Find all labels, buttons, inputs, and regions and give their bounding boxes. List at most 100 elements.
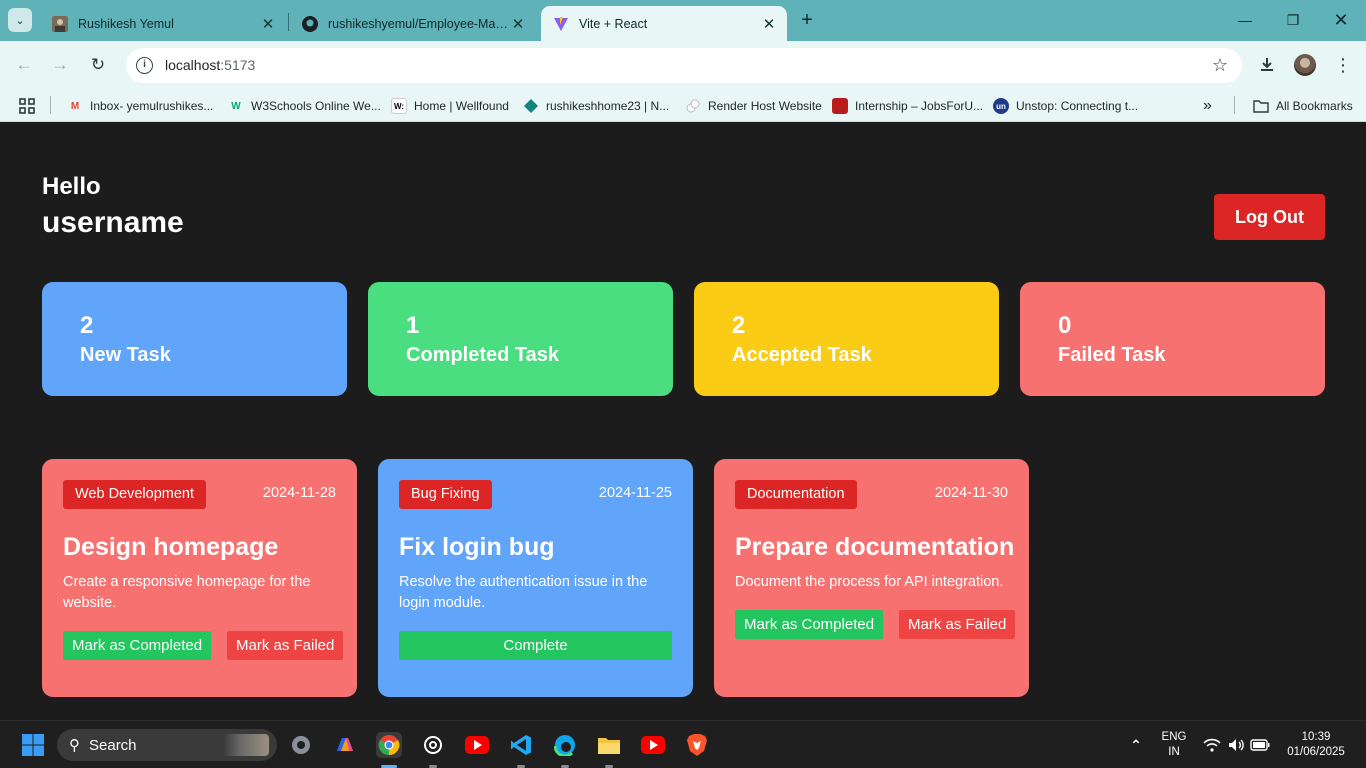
tab-vite-react[interactable]: Vite + React ✕: [541, 6, 787, 41]
new-tab-plus-icon[interactable]: +: [796, 9, 818, 31]
bookmark-label: Internship – JobsForU...: [855, 99, 984, 113]
bookmark-label: Unstop: Connecting t...: [1016, 99, 1139, 113]
clock[interactable]: 10:39 01/06/2025: [1282, 730, 1350, 760]
stat-label: Failed Task: [1058, 344, 1166, 366]
mark-failed-button[interactable]: Mark as Failed: [899, 610, 1016, 639]
minimize-icon[interactable]: —: [1222, 6, 1268, 34]
bookmark-label: Render Host Website: [708, 99, 822, 113]
system-tray-chevron-icon[interactable]: ⌃: [1123, 732, 1149, 758]
stat-card-new-task: 2 New Task: [42, 282, 347, 396]
more-bookmarks-chevron-icon[interactable]: »: [1203, 96, 1212, 116]
windows-start-icon[interactable]: [20, 732, 46, 758]
vscode-icon[interactable]: [508, 732, 534, 758]
youtube-icon[interactable]: [464, 732, 490, 758]
tab-github-repo[interactable]: rushikeshyemul/Employee-Management ✕: [290, 6, 536, 41]
youtube-app-icon[interactable]: [640, 732, 666, 758]
bookmark-label: rushikeshhome23 | N...: [546, 99, 670, 113]
all-bookmarks[interactable]: All Bookmarks: [1253, 96, 1353, 116]
menu-kebab-icon[interactable]: ⋮: [1332, 54, 1354, 76]
search-highlight-image: [223, 734, 269, 756]
download-icon[interactable]: [1256, 54, 1278, 76]
logout-button[interactable]: Log Out: [1214, 194, 1325, 240]
stat-label: New Task: [80, 344, 171, 366]
settings-gear-icon[interactable]: [288, 732, 314, 758]
tab-search-chevron-icon[interactable]: ⌄: [8, 8, 32, 32]
bookmark-netlify[interactable]: rushikeshhome23 | N...: [523, 96, 669, 116]
username-text: username: [42, 206, 184, 239]
bookmark-star-icon[interactable]: ☆: [1212, 55, 1228, 76]
task-card-prepare-documentation: Documentation 2024-11-30 Prepare documen…: [714, 459, 1029, 697]
greeting-text: Hello: [42, 173, 101, 200]
wifi-icon[interactable]: [1199, 732, 1225, 758]
chatgpt-icon[interactable]: [420, 732, 446, 758]
bookmark-unstop[interactable]: un Unstop: Connecting t...: [993, 96, 1138, 116]
profile-avatar-icon[interactable]: [1294, 54, 1316, 76]
bookmark-label: W3Schools Online We...: [251, 99, 381, 113]
bookmark-render[interactable]: Render Host Website: [685, 96, 822, 116]
tab-close-icon[interactable]: ✕: [510, 15, 526, 33]
task-category-badge: Bug Fixing: [399, 480, 492, 509]
file-explorer-icon[interactable]: [596, 732, 622, 758]
clock-date: 01/06/2025: [1287, 746, 1345, 758]
bookmark-jobsforu[interactable]: Internship – JobsForU...: [832, 96, 983, 116]
url-text[interactable]: localhost:5173: [165, 57, 255, 73]
task-date: 2024-11-28: [262, 485, 336, 501]
windows-taskbar: ⚲ Search ⌃ ENG IN 10:39 01/06/2025: [0, 720, 1366, 768]
reload-icon[interactable]: ↻: [86, 53, 110, 77]
taskbar-search-box[interactable]: ⚲ Search: [57, 729, 277, 761]
render-icon: [685, 98, 701, 114]
task-title: Design homepage: [63, 533, 279, 561]
task-title: Prepare documentation: [735, 533, 1015, 561]
restore-icon[interactable]: ❐: [1270, 6, 1316, 34]
task-description: Document the process for API integration…: [735, 574, 1004, 590]
task-card-design-homepage: Web Development 2024-11-28 Design homepa…: [42, 459, 357, 697]
browser-toolbar: ← → ↻ i localhost:5173 ☆ ⋮: [0, 41, 1366, 89]
back-arrow-icon[interactable]: ←: [12, 53, 36, 77]
mark-completed-button[interactable]: Mark as Completed: [735, 610, 884, 639]
stat-count: 2: [732, 312, 746, 339]
stat-count: 1: [406, 312, 420, 339]
forward-arrow-icon[interactable]: →: [48, 53, 72, 77]
bookmark-divider: [1234, 96, 1235, 114]
bookmark-w3schools[interactable]: W W3Schools Online We...: [228, 96, 381, 116]
gmail-icon: M: [70, 100, 80, 112]
bookmark-label: Inbox- yemulrushikes...: [90, 99, 214, 113]
mark-completed-button[interactable]: Mark as Completed: [63, 631, 212, 660]
bookmark-label: Home | Wellfound: [414, 99, 509, 113]
folder-icon: [1253, 98, 1269, 114]
copilot-icon[interactable]: [332, 732, 358, 758]
search-icon: ⚲: [69, 737, 80, 754]
task-category-badge: Documentation: [735, 480, 857, 509]
address-bar[interactable]: i localhost:5173 ☆: [126, 48, 1242, 83]
complete-button[interactable]: Complete: [399, 631, 672, 660]
tab-title: rushikeshyemul/Employee-Management: [328, 16, 510, 31]
search-label: Search: [89, 736, 137, 754]
wellfound-icon: W:: [391, 98, 407, 114]
edge-icon[interactable]: [552, 732, 578, 758]
profile-photo-favicon-icon: [52, 15, 68, 32]
brave-icon[interactable]: [684, 732, 710, 758]
mark-failed-button[interactable]: Mark as Failed: [227, 631, 344, 660]
apps-grid-icon[interactable]: [18, 96, 36, 116]
github-icon: [302, 15, 318, 32]
stat-label: Completed Task: [406, 344, 559, 366]
task-category-badge: Web Development: [63, 480, 207, 509]
task-card-fix-login-bug: Bug Fixing 2024-11-25 Fix login bug Reso…: [378, 459, 693, 697]
region-code: IN: [1168, 746, 1180, 758]
battery-icon[interactable]: [1247, 732, 1273, 758]
tab-close-icon[interactable]: ✕: [761, 15, 777, 33]
volume-icon[interactable]: [1223, 732, 1249, 758]
unstop-icon: un: [993, 98, 1009, 114]
task-description: Resolve the authentication issue in the …: [399, 574, 648, 611]
close-window-icon[interactable]: ✕: [1318, 6, 1364, 34]
input-language[interactable]: ENG IN: [1158, 730, 1190, 760]
task-title: Fix login bug: [399, 533, 555, 561]
chrome-icon[interactable]: [376, 732, 402, 758]
bookmark-gmail[interactable]: M Inbox- yemulrushikes...: [67, 96, 214, 116]
site-info-icon[interactable]: i: [136, 57, 153, 74]
tab-rushikesh-yemul[interactable]: Rushikesh Yemul ✕: [40, 6, 286, 41]
netlify-icon: [523, 98, 539, 114]
bookmark-wellfound[interactable]: W: Home | Wellfound: [391, 96, 509, 116]
tab-close-icon[interactable]: ✕: [260, 15, 276, 33]
task-description: Create a responsive homepage for the web…: [63, 574, 311, 611]
